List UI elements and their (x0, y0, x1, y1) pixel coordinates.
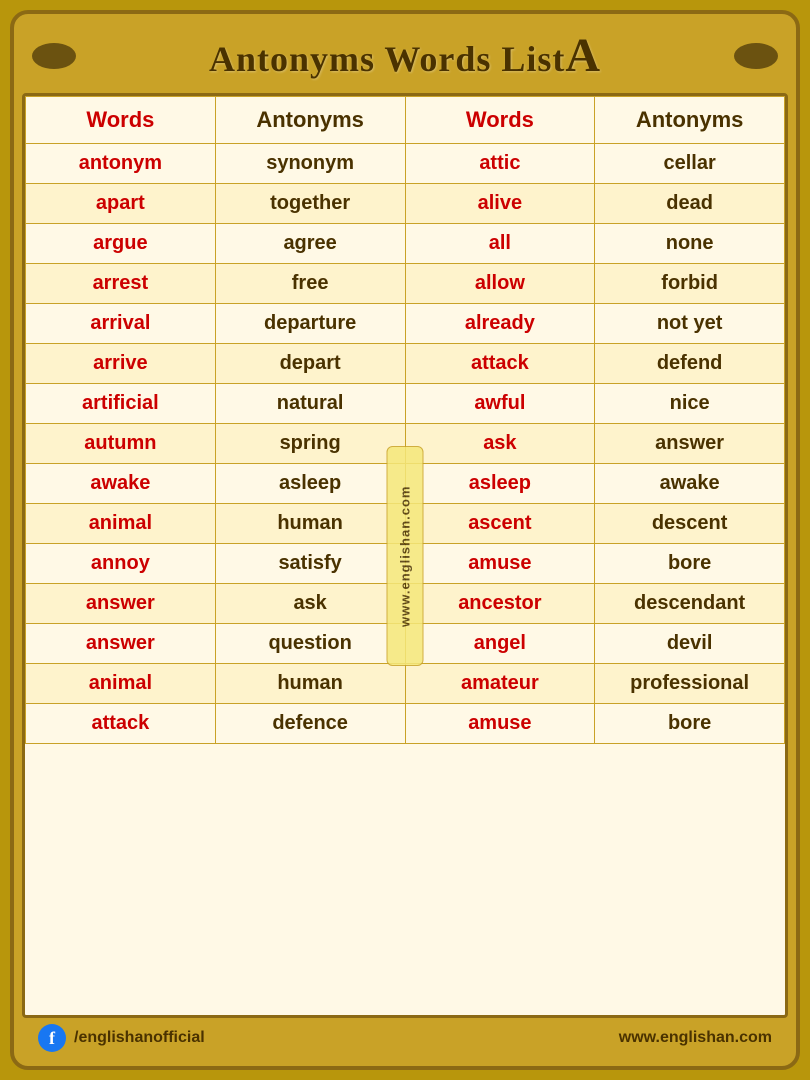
word-cell-left: animal (26, 664, 216, 704)
word-cell-left: arrival (26, 304, 216, 344)
footer-left: f /englishanofficial (38, 1024, 205, 1052)
fb-handle: /englishanofficial (74, 1029, 205, 1047)
header-words-1: Words (26, 97, 216, 144)
word-cell-left: answer (26, 584, 216, 624)
antonym-cell-left: satisfy (215, 544, 405, 584)
antonym-cell-right: devil (595, 624, 785, 664)
antonyms-table: Words Antonyms Words Antonyms antonymsyn… (25, 96, 785, 744)
table-row: animalhumanascentdescent (26, 504, 785, 544)
footer-website: www.englishan.com (619, 1029, 772, 1047)
facebook-icon: f (38, 1024, 66, 1052)
antonym-cell-right: forbid (595, 264, 785, 304)
word-cell-right: alive (405, 184, 595, 224)
table-row: answerquestionangeldevil (26, 624, 785, 664)
antonym-cell-left: natural (215, 384, 405, 424)
antonym-cell-left: human (215, 504, 405, 544)
word-cell-left: awake (26, 464, 216, 504)
table-row: animalhumanamateurprofessional (26, 664, 785, 704)
antonym-cell-left: depart (215, 344, 405, 384)
table-row: arrivedepartattackdefend (26, 344, 785, 384)
table-row: annoysatisfyamusebore (26, 544, 785, 584)
word-cell-right: allow (405, 264, 595, 304)
word-cell-left: animal (26, 504, 216, 544)
antonym-cell-left: agree (215, 224, 405, 264)
word-cell-left: annoy (26, 544, 216, 584)
outer-container: Antonyms Words ListA www.englishan.com W… (10, 10, 800, 1070)
antonym-cell-left: spring (215, 424, 405, 464)
antonym-cell-right: bore (595, 544, 785, 584)
antonym-cell-right: descent (595, 504, 785, 544)
word-cell-right: amateur (405, 664, 595, 704)
header-words-2: Words (405, 97, 595, 144)
table-row: artificialnaturalawfulnice (26, 384, 785, 424)
word-cell-left: antonym (26, 144, 216, 184)
title-oval-right (734, 43, 778, 69)
antonym-cell-left: free (215, 264, 405, 304)
antonym-cell-right: descendant (595, 584, 785, 624)
word-cell-right: angel (405, 624, 595, 664)
title-letter: A (565, 29, 601, 82)
antonym-cell-right: awake (595, 464, 785, 504)
title-bar: Antonyms Words ListA (22, 22, 788, 93)
word-cell-right: amuse (405, 544, 595, 584)
word-cell-right: already (405, 304, 595, 344)
word-cell-left: autumn (26, 424, 216, 464)
word-cell-left: arrest (26, 264, 216, 304)
table-row: attackdefenceamusebore (26, 704, 785, 744)
word-cell-left: arrive (26, 344, 216, 384)
word-cell-left: answer (26, 624, 216, 664)
antonym-cell-left: human (215, 664, 405, 704)
antonym-cell-left: defence (215, 704, 405, 744)
antonym-cell-left: asleep (215, 464, 405, 504)
header-antonyms-2: Antonyms (595, 97, 785, 144)
word-cell-right: amuse (405, 704, 595, 744)
header-antonyms-1: Antonyms (215, 97, 405, 144)
word-cell-right: attic (405, 144, 595, 184)
antonym-cell-left: departure (215, 304, 405, 344)
antonym-cell-right: bore (595, 704, 785, 744)
table-row: antonymsynonymatticcellar (26, 144, 785, 184)
table-row: awakeasleepasleepawake (26, 464, 785, 504)
antonym-cell-right: dead (595, 184, 785, 224)
antonym-cell-left: question (215, 624, 405, 664)
table-row: aparttogetheralivedead (26, 184, 785, 224)
title-main: Antonyms Words List (209, 39, 565, 79)
word-cell-left: argue (26, 224, 216, 264)
word-cell-left: artificial (26, 384, 216, 424)
word-cell-left: apart (26, 184, 216, 224)
antonym-cell-right: professional (595, 664, 785, 704)
antonym-cell-right: nice (595, 384, 785, 424)
word-cell-left: attack (26, 704, 216, 744)
word-cell-right: ascent (405, 504, 595, 544)
word-cell-right: awful (405, 384, 595, 424)
title-text: Antonyms Words ListA (209, 28, 601, 83)
antonym-cell-right: none (595, 224, 785, 264)
title-oval-left (32, 43, 76, 69)
antonym-cell-right: cellar (595, 144, 785, 184)
table-row: arrestfreeallowforbid (26, 264, 785, 304)
word-cell-right: all (405, 224, 595, 264)
antonym-cell-left: together (215, 184, 405, 224)
antonym-cell-right: answer (595, 424, 785, 464)
antonym-cell-right: defend (595, 344, 785, 384)
table-row: autumnspringaskanswer (26, 424, 785, 464)
word-cell-right: ask (405, 424, 595, 464)
table-container: www.englishan.com Words Antonyms Words A… (22, 93, 788, 1018)
footer: f /englishanofficial www.englishan.com (22, 1018, 788, 1058)
antonym-cell-right: not yet (595, 304, 785, 344)
table-row: arrivaldeparturealreadynot yet (26, 304, 785, 344)
word-cell-right: asleep (405, 464, 595, 504)
antonym-cell-left: ask (215, 584, 405, 624)
antonym-cell-left: synonym (215, 144, 405, 184)
word-cell-right: attack (405, 344, 595, 384)
table-header-row: Words Antonyms Words Antonyms (26, 97, 785, 144)
table-row: argueagreeallnone (26, 224, 785, 264)
table-row: answeraskancestordescendant (26, 584, 785, 624)
word-cell-right: ancestor (405, 584, 595, 624)
